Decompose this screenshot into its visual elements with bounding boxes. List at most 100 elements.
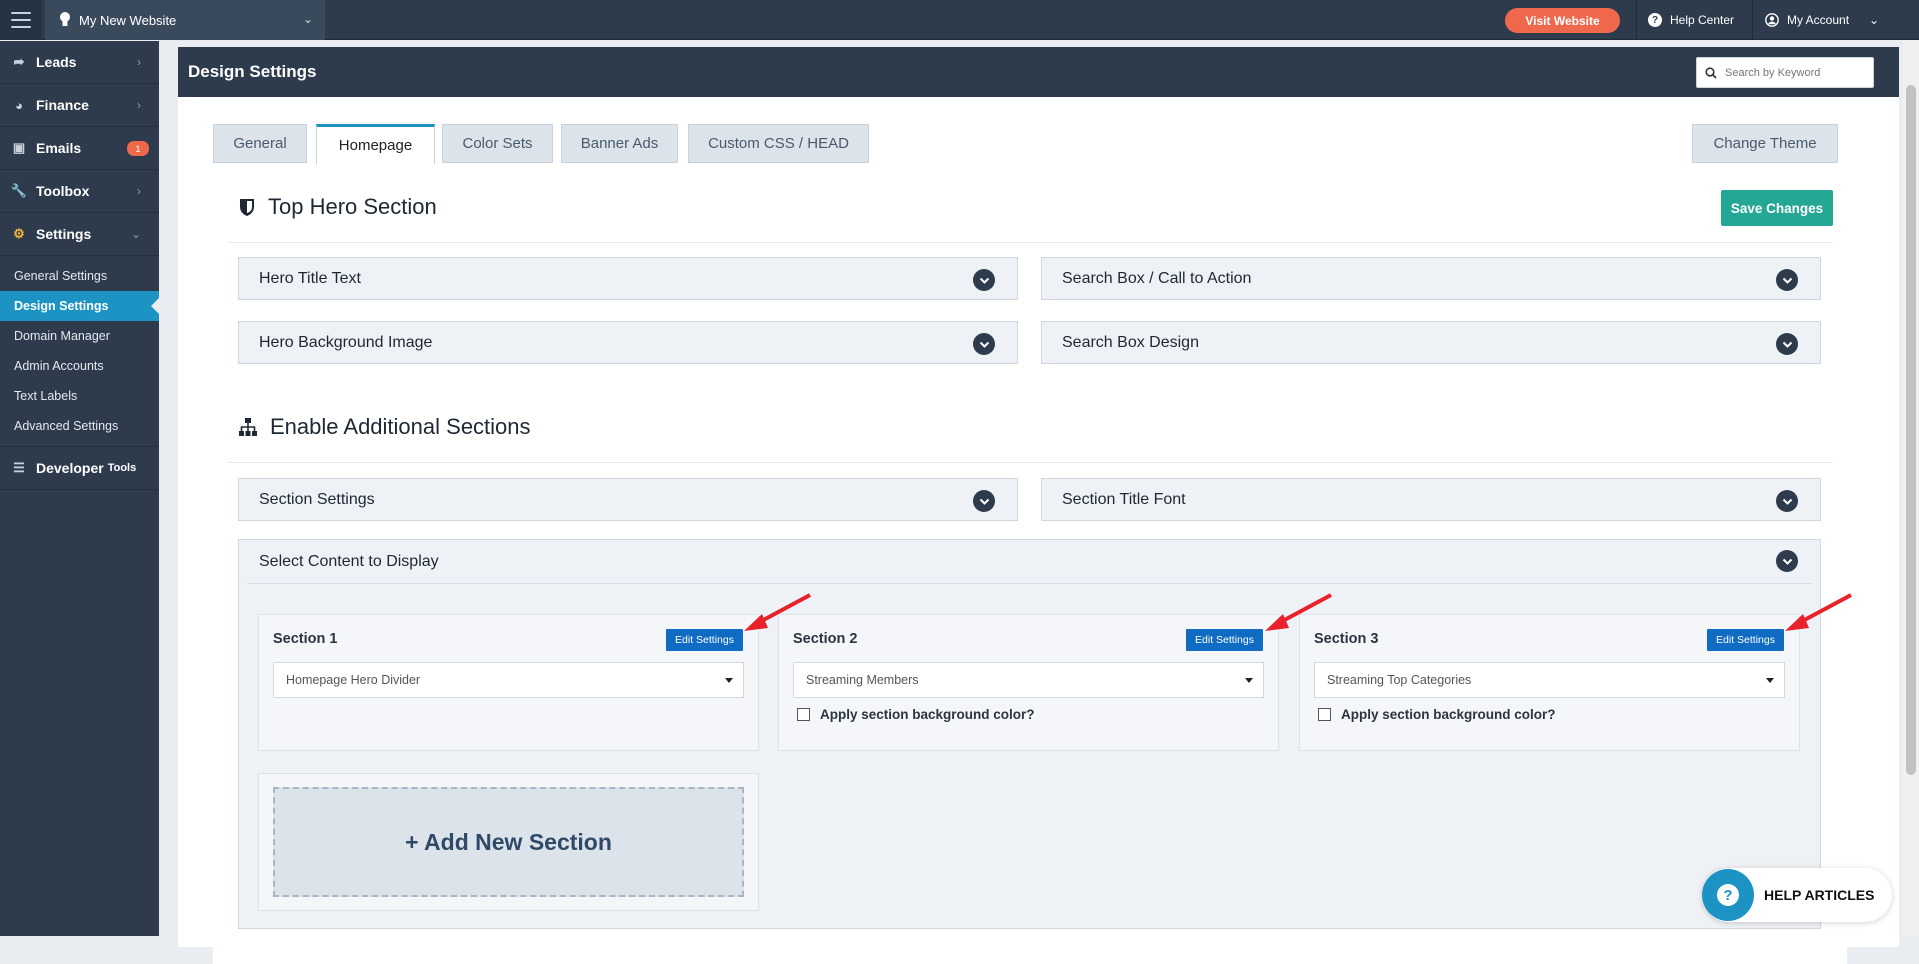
help-articles-label: HELP ARTICLES bbox=[1764, 887, 1875, 903]
change-theme-button[interactable]: Change Theme bbox=[1692, 124, 1838, 163]
chevron-right-icon: › bbox=[137, 184, 141, 198]
add-new-section-button[interactable]: + Add New Section bbox=[273, 787, 744, 897]
user-icon bbox=[1765, 13, 1779, 27]
sidebar: ➦ Leads › ◕ Finance › ▣ Emails 1 🔧 Toolb… bbox=[0, 41, 159, 936]
accordion-label: Section Settings bbox=[259, 490, 375, 508]
sidebar-item-settings[interactable]: ⚙ Settings ⌄ bbox=[0, 213, 159, 256]
section-title: Enable Additional Sections bbox=[270, 414, 531, 439]
help-center-label: Help Center bbox=[1670, 13, 1735, 27]
tab-general[interactable]: General bbox=[213, 124, 307, 163]
search-input[interactable] bbox=[1725, 66, 1855, 79]
checkbox[interactable] bbox=[797, 708, 810, 721]
tab-custom-css-head[interactable]: Custom CSS / HEAD bbox=[688, 124, 869, 163]
my-account-label: My Account bbox=[1787, 13, 1850, 27]
section-label: Section 1 bbox=[273, 631, 338, 647]
accordion-hero-title-text[interactable]: Hero Title Text bbox=[238, 257, 1018, 300]
select-content-panel: Select Content to Display Section 1 Edit… bbox=[238, 539, 1821, 929]
page-title: Design Settings bbox=[188, 62, 317, 81]
search-box[interactable] bbox=[1696, 57, 1874, 88]
section-content-select[interactable]: Streaming Top Categories bbox=[1314, 662, 1785, 698]
checkbox-label: Apply section background color? bbox=[820, 707, 1035, 722]
sidebar-item-label: Finance bbox=[36, 97, 89, 113]
chevron-down-circle-icon[interactable] bbox=[973, 333, 995, 355]
sidebar-item-label: Settings bbox=[36, 226, 92, 242]
website-selector[interactable]: My New Website ⌄ bbox=[45, 0, 325, 40]
sidebar-subitem-domain-manager[interactable]: Domain Manager bbox=[0, 321, 159, 351]
section-label: Section 2 bbox=[793, 631, 858, 647]
hero-section-heading: Top Hero Section bbox=[238, 194, 437, 220]
sidebar-subitem-admin-accounts[interactable]: Admin Accounts bbox=[0, 351, 159, 381]
checkbox-label: Apply section background color? bbox=[1341, 707, 1556, 722]
pie-chart-icon: ◕ bbox=[15, 97, 23, 113]
sidebar-subitem-general-settings[interactable]: General Settings bbox=[0, 261, 159, 291]
accordion-section-settings[interactable]: Section Settings bbox=[238, 478, 1018, 521]
divider bbox=[228, 462, 1833, 463]
save-changes-button[interactable]: Save Changes bbox=[1721, 190, 1833, 226]
design-settings-panel: Design Settings General Homepage Color S… bbox=[178, 47, 1899, 964]
divider bbox=[228, 242, 1833, 243]
help-articles-button[interactable]: ? HELP ARTICLES bbox=[1702, 868, 1892, 922]
chevron-right-icon: › bbox=[137, 98, 141, 112]
section-card-2: Section 2 Edit Settings Streaming Member… bbox=[778, 614, 1279, 751]
website-name: My New Website bbox=[79, 12, 177, 28]
tab-banner-ads[interactable]: Banner Ads bbox=[561, 124, 678, 163]
chevron-down-circle-icon[interactable] bbox=[973, 490, 995, 512]
divider bbox=[1636, 0, 1637, 40]
notification-badge: 1 bbox=[127, 141, 149, 156]
select-content-header[interactable]: Select Content to Display bbox=[239, 540, 1820, 583]
chevron-down-circle-icon[interactable] bbox=[1776, 490, 1798, 512]
edit-settings-button[interactable]: Edit Settings bbox=[1186, 629, 1263, 651]
chevron-down-circle-icon[interactable] bbox=[1776, 550, 1798, 572]
question-circle-icon: ? bbox=[1702, 869, 1754, 921]
chevron-down-icon: ⌄ bbox=[1869, 13, 1880, 27]
checkbox[interactable] bbox=[1318, 708, 1331, 721]
tab-homepage[interactable]: Homepage bbox=[316, 124, 435, 164]
edit-settings-button[interactable]: Edit Settings bbox=[666, 629, 743, 651]
sidebar-subitem-design-settings[interactable]: Design Settings bbox=[0, 291, 159, 321]
accordion-label: Select Content to Display bbox=[259, 552, 439, 570]
scrollbar[interactable] bbox=[1903, 41, 1919, 936]
accordion-search-box-cta[interactable]: Search Box / Call to Action bbox=[1041, 257, 1821, 300]
gear-icon: ⚙ bbox=[13, 226, 25, 241]
chevron-down-circle-icon[interactable] bbox=[1776, 333, 1798, 355]
divider bbox=[247, 583, 1812, 584]
chevron-down-circle-icon[interactable] bbox=[973, 269, 995, 291]
my-account-menu[interactable]: My Account ⌄ bbox=[1765, 0, 1879, 40]
sidebar-item-label: Emails bbox=[36, 140, 82, 156]
accordion-section-title-font[interactable]: Section Title Font bbox=[1041, 478, 1821, 521]
background-color-checkbox[interactable]: Apply section background color? bbox=[797, 707, 1035, 722]
sidebar-subitem-text-labels[interactable]: Text Labels bbox=[0, 381, 159, 411]
settings-content: General Homepage Color Sets Banner Ads C… bbox=[213, 124, 1847, 964]
sidebar-item-toolbox[interactable]: 🔧 Toolbox › bbox=[0, 170, 159, 213]
sidebar-item-finance[interactable]: ◕ Finance › bbox=[0, 84, 159, 127]
hamburger-menu-icon[interactable] bbox=[0, 0, 42, 40]
visit-website-button[interactable]: Visit Website bbox=[1505, 8, 1620, 33]
sidebar-subitem-advanced-settings[interactable]: Advanced Settings bbox=[0, 411, 159, 441]
section-content-select[interactable]: Streaming Members bbox=[793, 662, 1264, 698]
accordion-hero-background-image[interactable]: Hero Background Image bbox=[238, 321, 1018, 364]
divider bbox=[1752, 0, 1753, 40]
accordion-label: Section Title Font bbox=[1062, 490, 1186, 508]
scrollbar-thumb[interactable] bbox=[1906, 85, 1916, 775]
chevron-down-icon: ⌄ bbox=[130, 227, 141, 241]
section-content-select[interactable]: Homepage Hero Divider bbox=[273, 662, 744, 698]
wrench-icon: 🔧 bbox=[10, 183, 28, 198]
section-card-1: Section 1 Edit Settings Homepage Hero Di… bbox=[258, 614, 759, 751]
caret-down-icon bbox=[1245, 678, 1253, 683]
sidebar-item-developer-tools[interactable]: ☰ Developer Tools bbox=[0, 447, 159, 490]
help-center-link[interactable]: ? Help Center bbox=[1648, 0, 1734, 40]
tab-color-sets[interactable]: Color Sets bbox=[442, 124, 553, 163]
accordion-label: Hero Background Image bbox=[259, 333, 433, 351]
chevron-down-circle-icon[interactable] bbox=[1776, 269, 1798, 291]
sitemap-icon bbox=[239, 418, 257, 436]
accordion-label: Hero Title Text bbox=[259, 269, 361, 287]
caret-down-icon bbox=[725, 678, 733, 683]
accordion-label: Search Box / Call to Action bbox=[1062, 269, 1252, 287]
accordion-search-box-design[interactable]: Search Box Design bbox=[1041, 321, 1821, 364]
sidebar-item-emails[interactable]: ▣ Emails 1 bbox=[0, 127, 159, 170]
background-color-checkbox[interactable]: Apply section background color? bbox=[1318, 707, 1556, 722]
edit-settings-button[interactable]: Edit Settings bbox=[1707, 629, 1784, 651]
lightbulb-icon bbox=[60, 12, 70, 26]
shield-icon bbox=[240, 199, 254, 216]
sidebar-item-leads[interactable]: ➦ Leads › bbox=[0, 41, 159, 84]
